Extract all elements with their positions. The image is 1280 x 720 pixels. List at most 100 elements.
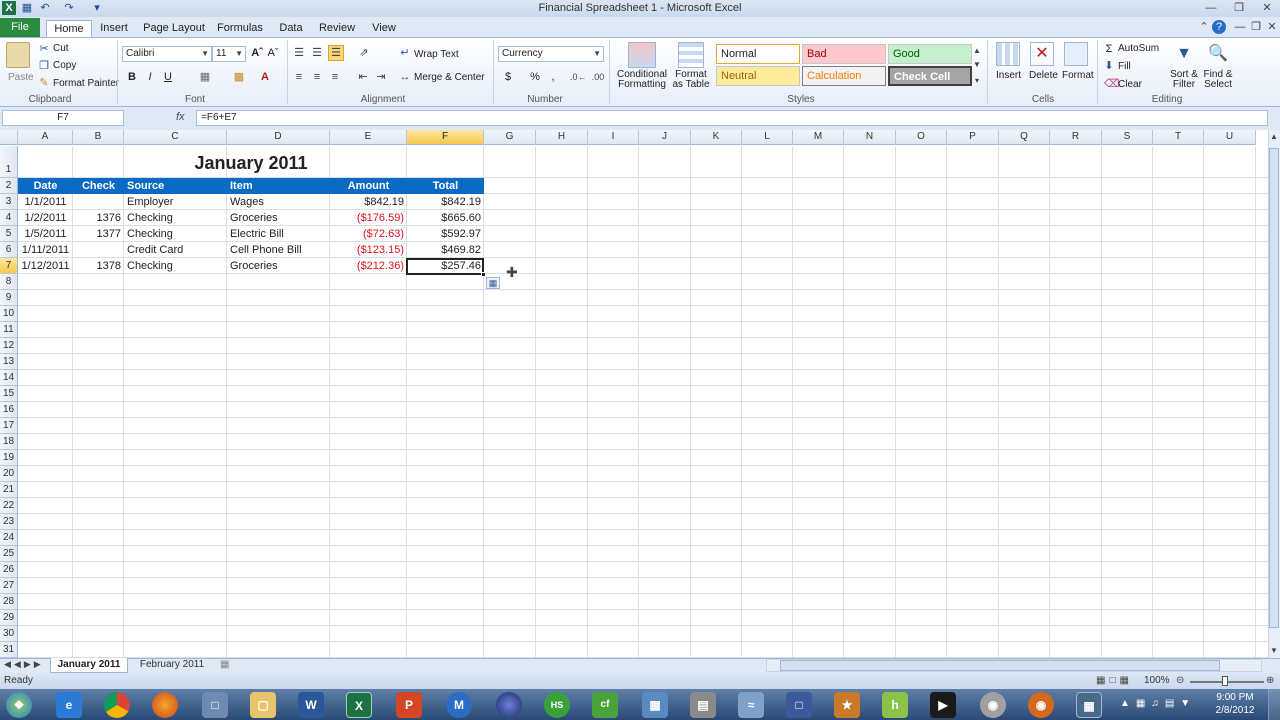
column-header[interactable]: J bbox=[639, 130, 691, 145]
table-cell-item[interactable]: Cell Phone Bill bbox=[227, 242, 330, 258]
table-cell-date[interactable]: 1/2/2011 bbox=[18, 210, 73, 226]
tab-formulas[interactable]: Formulas bbox=[214, 20, 266, 38]
vertical-scroll-thumb[interactable] bbox=[1269, 148, 1279, 628]
column-header[interactable]: Q bbox=[999, 130, 1050, 145]
italic-button[interactable]: I bbox=[143, 70, 157, 84]
decrease-indent-icon[interactable]: ⇤ bbox=[356, 70, 370, 84]
powerpoint-icon[interactable]: P bbox=[396, 692, 422, 718]
font-name-combo[interactable]: Calibri ▼ bbox=[122, 46, 212, 62]
clock-date[interactable]: 2/8/2012 bbox=[1210, 705, 1260, 716]
tab-insert[interactable]: Insert bbox=[96, 20, 132, 38]
column-header[interactable]: D bbox=[227, 130, 330, 145]
column-header[interactable]: C bbox=[124, 130, 227, 145]
file-explorer-icon[interactable]: ▢ bbox=[250, 692, 276, 718]
tab-data[interactable]: Data bbox=[274, 20, 308, 38]
table-cell-check[interactable]: 1377 bbox=[73, 226, 124, 242]
table-cell-total[interactable]: $469.82 bbox=[407, 242, 484, 258]
table-cell-item[interactable]: Groceries bbox=[227, 210, 330, 226]
table-cell-date[interactable]: 1/12/2011 bbox=[18, 258, 73, 274]
table-cell-item[interactable]: Wages bbox=[227, 194, 330, 210]
chrome-icon[interactable] bbox=[104, 692, 130, 718]
table-cell-amount[interactable]: ($72.63) bbox=[330, 226, 407, 242]
column-header[interactable]: T bbox=[1153, 130, 1204, 145]
wrap-text-button[interactable]: Wrap Text bbox=[414, 49, 459, 60]
row-header[interactable]: 28 bbox=[0, 594, 18, 610]
sheet-tab-february-2011[interactable]: February 2011 bbox=[132, 658, 212, 673]
column-header[interactable]: N bbox=[844, 130, 896, 145]
row-header[interactable]: 20 bbox=[0, 466, 18, 482]
style-normal[interactable]: Normal bbox=[716, 44, 800, 64]
zoom-slider-thumb[interactable] bbox=[1222, 676, 1228, 686]
insert-cells-button[interactable]: Insert bbox=[996, 70, 1021, 81]
restore-button[interactable]: ❐ bbox=[1231, 1, 1247, 15]
internet-explorer-icon[interactable]: e bbox=[56, 692, 82, 718]
network-app-icon[interactable]: ≈ bbox=[738, 692, 764, 718]
row-header[interactable]: 23 bbox=[0, 514, 18, 530]
game-app-icon[interactable]: ★ bbox=[834, 692, 860, 718]
tab-page-layout[interactable]: Page Layout bbox=[142, 20, 206, 38]
align-bottom-icon[interactable]: ☰ bbox=[328, 45, 344, 61]
style-bad[interactable]: Bad bbox=[802, 44, 886, 64]
workbook-restore-button[interactable]: ❐ bbox=[1248, 20, 1264, 34]
insert-worksheet-icon[interactable]: ▦ bbox=[220, 659, 229, 670]
green-app-icon[interactable]: cf bbox=[592, 692, 618, 718]
fill-color-icon[interactable]: ▩ bbox=[232, 70, 246, 84]
zoom-out-icon[interactable]: ⊝ bbox=[1176, 675, 1184, 686]
table-cell-source[interactable]: Checking bbox=[124, 226, 227, 242]
table-cell-check[interactable] bbox=[73, 194, 124, 210]
column-header[interactable]: O bbox=[896, 130, 947, 145]
column-header[interactable]: R bbox=[1050, 130, 1102, 145]
font-color-icon[interactable]: A bbox=[258, 70, 272, 84]
table-cell-amount[interactable]: ($123.15) bbox=[330, 242, 407, 258]
row-header[interactable]: 27 bbox=[0, 578, 18, 594]
table-cell-source[interactable]: Employer bbox=[124, 194, 227, 210]
column-header[interactable]: S bbox=[1102, 130, 1153, 145]
column-header[interactable]: F bbox=[407, 130, 484, 145]
shrink-font-icon[interactable]: Aˇ bbox=[266, 46, 280, 60]
table-cell-amount[interactable]: ($212.36) bbox=[330, 258, 407, 274]
notepad-icon[interactable]: ▤ bbox=[690, 692, 716, 718]
row-header[interactable]: 19 bbox=[0, 450, 18, 466]
table-cell-source[interactable]: Checking bbox=[124, 258, 227, 274]
fill-button[interactable]: Fill bbox=[1118, 61, 1131, 72]
format-painter-button[interactable]: Format Painter bbox=[53, 78, 119, 89]
table-cell-date[interactable]: 1/11/2011 bbox=[18, 242, 73, 258]
decrease-decimal-icon[interactable]: .00 bbox=[590, 70, 606, 84]
sheet-nav-icons[interactable]: ◀◀▶▶ bbox=[4, 659, 44, 670]
clock-time[interactable]: 9:00 PM bbox=[1210, 692, 1260, 703]
row-header[interactable]: 6 bbox=[0, 242, 18, 258]
autosum-button[interactable]: AutoSum bbox=[1118, 43, 1159, 54]
table-cell-source[interactable]: Credit Card bbox=[124, 242, 227, 258]
row-header[interactable]: 14 bbox=[0, 370, 18, 386]
accounting-format-button[interactable]: $ bbox=[502, 70, 514, 84]
table-cell-check[interactable]: 1378 bbox=[73, 258, 124, 274]
help-icon[interactable]: ? bbox=[1212, 20, 1226, 34]
merge-center-button[interactable]: Merge & Center bbox=[414, 72, 485, 83]
table-cell-total[interactable]: $592.97 bbox=[407, 226, 484, 242]
font-size-combo[interactable]: 11 ▼ bbox=[212, 46, 246, 62]
show-desktop-button[interactable] bbox=[1268, 689, 1280, 720]
row-header[interactable]: 2 bbox=[0, 178, 18, 194]
table-cell-item[interactable]: Electric Bill bbox=[227, 226, 330, 242]
table-cell-source[interactable]: Checking bbox=[124, 210, 227, 226]
table-cell-check[interactable] bbox=[73, 242, 124, 258]
styles-scroll-up-icon[interactable]: ▲ bbox=[972, 44, 982, 58]
column-header[interactable]: E bbox=[330, 130, 407, 145]
delete-cells-button[interactable]: Delete bbox=[1029, 70, 1058, 81]
table-header-cell[interactable]: Check bbox=[73, 178, 124, 194]
sheet-tab-january-2011[interactable]: January 2011 bbox=[50, 658, 128, 673]
orientation-icon[interactable]: ⇗ bbox=[356, 46, 372, 60]
sort-filter-button[interactable]: Sort & Filter bbox=[1166, 70, 1202, 90]
row-header[interactable]: 21 bbox=[0, 482, 18, 498]
workbook-close-button[interactable]: ✕ bbox=[1264, 20, 1280, 34]
column-header[interactable]: G bbox=[484, 130, 536, 145]
table-cell-total[interactable]: $665.60 bbox=[407, 210, 484, 226]
row-header[interactable]: 22 bbox=[0, 498, 18, 514]
row-header[interactable]: 10 bbox=[0, 306, 18, 322]
column-header[interactable]: A bbox=[18, 130, 73, 145]
word-icon[interactable]: W bbox=[298, 692, 324, 718]
conditional-formatting-button[interactable]: Conditional Formatting bbox=[614, 70, 670, 90]
align-left-icon[interactable]: ≡ bbox=[292, 70, 306, 84]
table-header-cell[interactable]: Total bbox=[407, 178, 484, 194]
minimize-button[interactable]: — bbox=[1203, 1, 1219, 15]
